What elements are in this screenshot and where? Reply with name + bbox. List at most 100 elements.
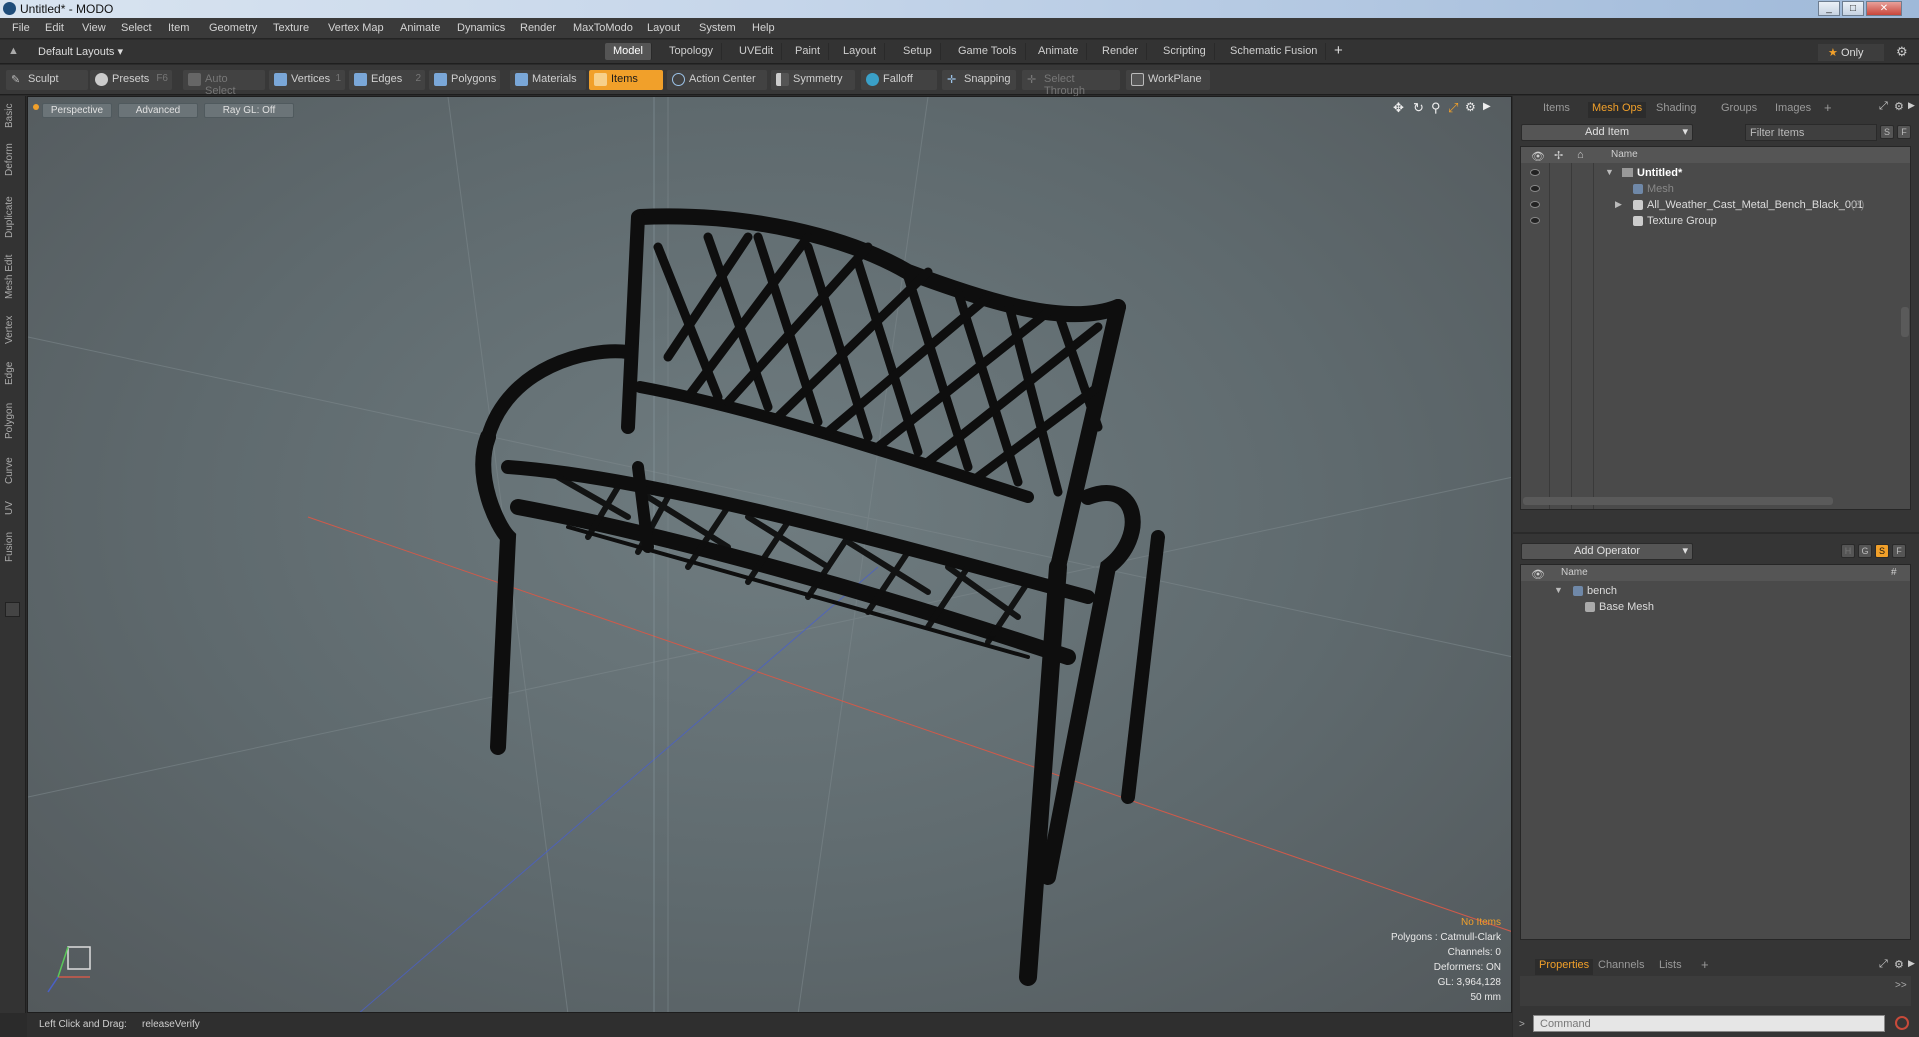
- vtab-curve[interactable]: Curve: [4, 454, 21, 488]
- tree-row-bench[interactable]: ▶ All_Weather_Cast_Metal_Bench_Black_001…: [1521, 197, 1910, 214]
- vtab-edge[interactable]: Edge: [4, 358, 21, 388]
- ops-f-button[interactable]: F: [1892, 544, 1906, 558]
- panel-arrow-icon[interactable]: ▶: [1908, 100, 1915, 111]
- close-button[interactable]: ✕: [1866, 1, 1902, 16]
- menu-select[interactable]: Select: [121, 22, 152, 34]
- layout-collapse-icon[interactable]: ▲: [8, 45, 19, 57]
- tab-render[interactable]: Render: [1094, 43, 1148, 60]
- menu-geometry[interactable]: Geometry: [209, 22, 257, 34]
- advanced-button[interactable]: Advanced: [118, 103, 198, 118]
- menu-file[interactable]: File: [12, 22, 30, 34]
- collapse-arrow-icon[interactable]: ▼: [1605, 167, 1614, 177]
- add-operator-button[interactable]: Add Operator ▾: [1521, 543, 1693, 560]
- ops-row-base-mesh[interactable]: Base Mesh: [1521, 599, 1910, 616]
- menu-animate[interactable]: Animate: [400, 22, 440, 34]
- scrollbar[interactable]: [1901, 307, 1909, 337]
- menu-item[interactable]: Item: [168, 22, 189, 34]
- tab-animate[interactable]: Animate: [1030, 43, 1088, 60]
- eye-icon[interactable]: [1530, 201, 1540, 208]
- gear-icon[interactable]: ⚙: [1896, 44, 1908, 60]
- viewport-settings-icon[interactable]: ⚙: [1465, 100, 1476, 114]
- tab-paint[interactable]: Paint: [787, 43, 830, 60]
- workplane-button[interactable]: WorkPlane: [1126, 70, 1210, 90]
- pan-icon[interactable]: ✥: [1393, 100, 1404, 116]
- menu-render[interactable]: Render: [520, 22, 556, 34]
- menu-help[interactable]: Help: [752, 22, 775, 34]
- menu-maxtomodo[interactable]: MaxToModo: [573, 22, 633, 34]
- viewport-menu-icon[interactable]: [33, 104, 39, 110]
- auto-select-button[interactable]: Auto Select: [183, 70, 265, 97]
- symmetry-button[interactable]: Symmetry: [771, 70, 855, 90]
- tab-layout[interactable]: Layout: [835, 43, 886, 60]
- collapse-arrow-icon[interactable]: ▼: [1554, 585, 1563, 595]
- add-tab-icon[interactable]: +: [1701, 957, 1709, 972]
- expand-properties-icon[interactable]: >>: [1895, 980, 1907, 991]
- tree-row-untitled[interactable]: ▼ Untitled*: [1521, 165, 1910, 182]
- tab-topology[interactable]: Topology: [661, 43, 723, 60]
- tab-mesh-ops[interactable]: Mesh Ops: [1588, 102, 1647, 118]
- expand-icon[interactable]: ⤢: [1879, 100, 1888, 113]
- menu-view[interactable]: View: [82, 22, 106, 34]
- tab-groups[interactable]: Groups: [1721, 102, 1757, 118]
- menu-vertex-map[interactable]: Vertex Map: [328, 22, 384, 34]
- vtab-fusion[interactable]: Fusion: [4, 528, 21, 566]
- vtab-basic[interactable]: Basic: [4, 102, 21, 130]
- pane-divider[interactable]: [1513, 532, 1919, 534]
- menu-texture[interactable]: Texture: [273, 22, 309, 34]
- action-center-button[interactable]: Action Center: [667, 70, 767, 90]
- add-tab-icon[interactable]: +: [1824, 100, 1832, 115]
- tree-row-texture-group[interactable]: Texture Group: [1521, 213, 1910, 230]
- tab-lists[interactable]: Lists: [1659, 959, 1682, 975]
- filter-f-button[interactable]: F: [1897, 125, 1911, 139]
- sculpt-button[interactable]: ✎ Sculpt: [6, 70, 88, 90]
- tab-setup[interactable]: Setup: [895, 43, 941, 60]
- fit-icon[interactable]: ⤢: [1448, 100, 1458, 116]
- ops-s-button[interactable]: S: [1875, 544, 1889, 558]
- tab-properties[interactable]: Properties: [1535, 959, 1594, 975]
- panel-arrow-icon[interactable]: ▶: [1908, 958, 1915, 969]
- eye-icon[interactable]: [1530, 217, 1540, 224]
- expand-icon[interactable]: ⤢: [1879, 958, 1888, 971]
- panel-toggle-icon[interactable]: [5, 602, 20, 617]
- tab-schematic-fusion[interactable]: Schematic Fusion: [1222, 43, 1327, 60]
- materials-button[interactable]: Materials: [510, 70, 586, 90]
- filter-s-button[interactable]: S: [1880, 125, 1894, 139]
- panel-gear-icon[interactable]: ⚙: [1894, 100, 1904, 113]
- tree-row-mesh[interactable]: Mesh: [1521, 181, 1910, 198]
- 3d-viewport[interactable]: Perspective Advanced Ray GL: Off ✥ ↻ ⚲ ⤢…: [27, 96, 1512, 1013]
- maximize-button[interactable]: □: [1842, 1, 1864, 16]
- presets-button[interactable]: Presets F6: [90, 70, 172, 90]
- command-input[interactable]: Command: [1533, 1015, 1885, 1032]
- ops-g-button[interactable]: G: [1858, 544, 1872, 558]
- perspective-button[interactable]: Perspective: [42, 103, 112, 118]
- falloff-button[interactable]: Falloff: [861, 70, 937, 90]
- tab-channels[interactable]: Channels: [1598, 959, 1644, 975]
- vtab-deform[interactable]: Deform: [4, 140, 21, 180]
- menu-layout[interactable]: Layout: [647, 22, 680, 34]
- edges-button[interactable]: Edges 2: [349, 70, 425, 90]
- vtab-uv[interactable]: UV: [4, 498, 21, 518]
- select-through-button[interactable]: ✛ Select Through: [1022, 70, 1120, 97]
- panel-gear-icon[interactable]: ⚙: [1894, 958, 1904, 971]
- tab-items[interactable]: Items: [1543, 102, 1570, 118]
- ops-h-button[interactable]: H: [1841, 544, 1855, 558]
- minimize-button[interactable]: _: [1818, 1, 1840, 16]
- record-icon[interactable]: [1895, 1016, 1909, 1030]
- menu-edit[interactable]: Edit: [45, 22, 64, 34]
- vtab-mesh-edit[interactable]: Mesh Edit: [4, 252, 21, 302]
- expand-arrow-icon[interactable]: ▶: [1615, 199, 1622, 210]
- ops-name-column-header[interactable]: Name: [1561, 567, 1588, 578]
- raygl-button[interactable]: Ray GL: Off: [204, 103, 294, 118]
- tab-model[interactable]: Model: [605, 43, 652, 60]
- tab-images[interactable]: Images: [1775, 102, 1811, 118]
- vertices-button[interactable]: Vertices 1: [269, 70, 345, 90]
- items-button[interactable]: Items: [589, 70, 663, 90]
- only-toggle[interactable]: ★ Only: [1818, 44, 1884, 61]
- eye-icon[interactable]: [1530, 169, 1540, 176]
- tab-scripting[interactable]: Scripting: [1155, 43, 1215, 60]
- ops-row-bench[interactable]: ▼ bench: [1521, 583, 1910, 600]
- tab-uvedit[interactable]: UVEdit: [731, 43, 783, 60]
- eye-icon[interactable]: [1530, 185, 1540, 192]
- tab-shading[interactable]: Shading: [1656, 102, 1696, 118]
- add-item-button[interactable]: Add Item ▾: [1521, 124, 1693, 141]
